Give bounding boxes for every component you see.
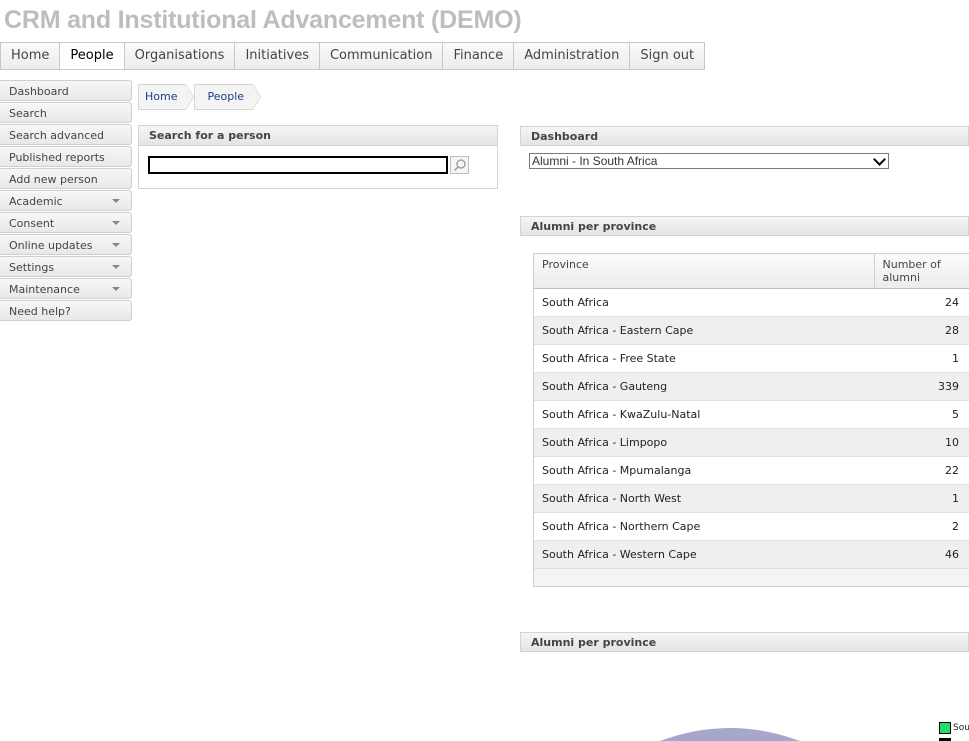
province-cell: South Africa - Limpopo [534,428,874,457]
table-row: South Africa 24 [534,288,969,317]
table-row: South Africa - North West 1 [534,484,969,513]
caret-down-icon [112,221,120,225]
caret-down-icon [112,243,120,247]
nav-tab-finance[interactable]: Finance [443,43,515,69]
province-cell: South Africa - Free State [534,344,874,373]
alumni-count-cell: 2 [874,512,969,541]
nav-tab-sign-out[interactable]: Sign out [630,43,706,69]
alumni-table-container: Province Number of alumni South Africa 24… [533,253,969,587]
table-row: South Africa - Northern Cape 2 [534,512,969,541]
column-header-province[interactable]: Province [534,254,874,289]
alumni-table-title: Alumni per province [520,216,969,236]
breadcrumb: Home People [138,84,261,110]
province-cell: South Africa - Western Cape [534,540,874,569]
sidebar-item-label: Settings [9,261,55,274]
breadcrumb-people[interactable]: People [194,84,261,110]
table-row: South Africa - Mpumalanga 22 [534,456,969,485]
breadcrumb-home[interactable]: Home [138,84,196,110]
province-cell: South Africa - Gauteng [534,372,874,401]
search-person-panel: Search for a person [138,125,498,189]
alumni-count-cell: 24 [874,288,969,317]
province-cell: South Africa - KwaZulu-Natal [534,400,874,429]
sidebar-item-online-updates[interactable]: Online updates [0,234,132,255]
province-cell: South Africa - Northern Cape [534,512,874,541]
province-cell: South Africa - North West [534,484,874,513]
sidebar-item-add-new-person[interactable]: Add new person [0,168,132,189]
alumni-count-cell: 339 [874,372,969,401]
alumni-count-cell: 1 [874,484,969,513]
pie-slice [660,728,800,741]
table-row: South Africa - Limpopo 10 [534,428,969,457]
table-row: South Africa - Western Cape 46 [534,540,969,569]
sidebar-item-label: Need help? [9,305,71,318]
column-header-count[interactable]: Number of alumni [873,254,969,289]
nav-tab-people[interactable]: People [60,43,125,69]
sidebar-item-label: Dashboard [9,85,69,98]
alumni-count-cell: 22 [874,456,969,485]
sidebar-item-label: Academic [9,195,63,208]
nav-tab-organisations[interactable]: Organisations [124,43,236,69]
sidebar-item-search-advanced[interactable]: Search advanced [0,124,132,145]
alumni-count-cell: 1 [874,344,969,373]
chevron-down-icon [873,153,886,166]
sidebar-item-dashboard[interactable]: Dashboard [0,80,132,101]
search-panel-title: Search for a person [139,126,497,146]
table-row: South Africa - Gauteng 339 [534,372,969,401]
chart-legend: Sou [939,722,969,741]
alumni-pie-chart [660,728,800,741]
sidebar-item-label: Search [9,107,47,120]
legend-swatch [939,722,951,734]
caret-down-icon [112,199,120,203]
table-row: South Africa - KwaZulu-Natal 5 [534,400,969,429]
sidebar-item-label: Maintenance [9,283,80,296]
province-cell: South Africa - Eastern Cape [534,316,874,345]
sidebar-item-label: Search advanced [9,129,105,142]
side-navigation: Dashboard Search Search advanced Published … [0,80,132,322]
top-navigation: Home People Organisations Initiatives Commun… [0,42,706,70]
nav-tab-home[interactable]: Home [1,43,61,69]
table-row: South Africa - Eastern Cape 28 [534,316,969,345]
alumni-chart-title: Alumni per province [520,632,969,652]
sidebar-item-label: Add new person [9,173,98,186]
sidebar-item-consent[interactable]: Consent [0,212,132,233]
dashboard-select-value: Alumni - In South Africa [532,154,658,168]
alumni-count-cell: 46 [874,540,969,569]
sidebar-item-published-reports[interactable]: Published reports [0,146,132,167]
sidebar-item-maintenance[interactable]: Maintenance [0,278,132,299]
search-icon [453,159,466,172]
person-search-input[interactable] [148,156,448,174]
alumni-count-cell: 5 [874,400,969,429]
alumni-table: Province Number of alumni South Africa 24… [534,254,969,569]
sidebar-item-settings[interactable]: Settings [0,256,132,277]
sidebar-item-need-help[interactable]: Need help? [0,300,132,321]
legend-label: Sou [953,723,969,733]
sidebar-item-label: Consent [9,217,55,230]
province-cell: South Africa - Mpumalanga [534,456,874,485]
table-row: South Africa - Free State 1 [534,344,969,373]
dashboard-panel-title: Dashboard [520,126,969,146]
sidebar-item-academic[interactable]: Academic [0,190,132,211]
dashboard-select[interactable]: Alumni - In South Africa [529,153,889,169]
app-title: CRM and Institutional Advancement (DEMO) [4,6,522,34]
nav-tab-communication[interactable]: Communication [319,43,444,69]
caret-down-icon [112,265,120,269]
sidebar-item-label: Published reports [9,151,105,164]
sidebar-item-label: Online updates [9,239,93,252]
alumni-count-cell: 10 [874,428,969,457]
alumni-count-cell: 28 [874,316,969,345]
nav-tab-administration[interactable]: Administration [514,43,631,69]
caret-down-icon [112,287,120,291]
nav-tab-initiatives[interactable]: Initiatives [235,43,320,69]
province-cell: South Africa [534,288,874,317]
search-button[interactable] [450,156,469,174]
sidebar-item-search[interactable]: Search [0,102,132,123]
